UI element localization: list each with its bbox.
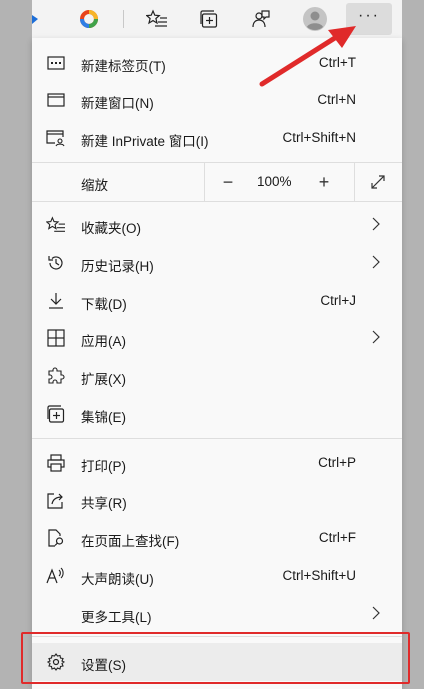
- zoom-in-button[interactable]: +: [309, 167, 339, 197]
- menu-item-label: 更多工具(L): [81, 610, 152, 625]
- menu-item-find-on-page[interactable]: 在页面上查找(F) Ctrl+F: [32, 519, 402, 557]
- menu-divider: [32, 201, 402, 202]
- menu-item-label: 新建标签页(T): [81, 59, 166, 74]
- new-window-icon: [46, 90, 66, 110]
- extensions-icon: [46, 366, 66, 386]
- zoom-in-label: +: [318, 171, 330, 192]
- toolbar-separator: [123, 10, 124, 28]
- history-icon: [46, 253, 66, 273]
- collections-icon: [200, 10, 218, 28]
- shortcut-label: Ctrl+J: [320, 293, 356, 308]
- menu-item-extensions[interactable]: 扩展(X): [32, 357, 402, 395]
- menu-item-history[interactable]: 历史记录(H): [32, 244, 402, 282]
- menu-item-downloads[interactable]: 下载(D) Ctrl+J: [32, 282, 402, 320]
- pointer-arrow-icon: [259, 26, 356, 87]
- menu-item-more-tools[interactable]: 更多工具(L): [32, 595, 402, 633]
- menu-divider: [32, 438, 402, 439]
- apps-icon: [46, 328, 66, 348]
- zoom-label: 缩放: [81, 178, 108, 193]
- menu-item-label: 历史记录(H): [81, 259, 154, 274]
- menu-item-label: 应用(A): [81, 334, 126, 349]
- new-tab-icon: [46, 53, 66, 73]
- menu-item-read-aloud[interactable]: 大声朗读(U) Ctrl+Shift+U: [32, 557, 402, 595]
- settings-highlight-box: [21, 632, 410, 684]
- menu-item-label: 共享(R): [81, 496, 127, 511]
- chevron-right-icon: [372, 217, 380, 231]
- find-icon: [46, 528, 66, 548]
- shortcut-label: Ctrl+Shift+N: [282, 130, 356, 145]
- menu-item-collections[interactable]: 集锦(E): [32, 395, 402, 433]
- fullscreen-icon: [371, 175, 385, 189]
- menu-item-label: 下载(D): [81, 297, 127, 312]
- share-icon: [46, 490, 66, 510]
- inprivate-icon: [46, 128, 66, 148]
- menu-item-new-inprivate-window[interactable]: 新建 InPrivate 窗口(I) Ctrl+Shift+N: [32, 119, 402, 157]
- favorites-list-icon: [146, 9, 167, 27]
- menu-item-label: 打印(P): [81, 459, 126, 474]
- menu-item-label: 收藏夹(O): [81, 221, 141, 236]
- zoom-level: 100%: [257, 174, 292, 189]
- chevron-right-icon: [372, 330, 380, 344]
- menu-item-label: 集锦(E): [81, 410, 126, 425]
- download-icon: [46, 291, 66, 311]
- menu-item-print[interactable]: 打印(P) Ctrl+P: [32, 444, 402, 482]
- zoom-out-label: −: [222, 171, 234, 192]
- shortcut-label: Ctrl+F: [318, 530, 356, 545]
- settings-menu: 新建标签页(T) Ctrl+T 新建窗口(N) Ctrl+N 新建 InPriv…: [32, 38, 402, 689]
- menu-item-label: 大声朗读(U): [81, 572, 154, 587]
- menu-item-favorites[interactable]: 收藏夹(O): [32, 206, 402, 244]
- office-icon: [80, 10, 98, 28]
- chevron-right-icon: [372, 255, 380, 269]
- read-aloud-icon: [46, 566, 66, 586]
- menu-item-label: 在页面上查找(F): [81, 534, 180, 549]
- menu-item-label: 新建窗口(N): [81, 96, 154, 111]
- zoom-separator: [354, 163, 355, 201]
- shortcut-label: Ctrl+Shift+U: [282, 568, 356, 583]
- menu-item-apps[interactable]: 应用(A): [32, 319, 402, 357]
- zoom-out-button[interactable]: −: [213, 167, 243, 197]
- partial-star-icon: [32, 15, 38, 24]
- shortcut-label: Ctrl+P: [318, 455, 356, 470]
- fullscreen-button[interactable]: [363, 167, 393, 197]
- menu-item-label: 扩展(X): [81, 372, 126, 387]
- collections-icon: [46, 404, 66, 424]
- favorites-icon: [46, 215, 66, 235]
- menu-item-share[interactable]: 共享(R): [32, 481, 402, 519]
- favorites-toolbar-button[interactable]: [140, 3, 174, 35]
- zoom-row: 缩放 − 100% +: [32, 163, 402, 201]
- menu-item-label: 新建 InPrivate 窗口(I): [81, 134, 209, 149]
- print-icon: [46, 453, 66, 473]
- zoom-separator: [204, 163, 205, 201]
- office-extension-button[interactable]: [72, 3, 106, 35]
- chevron-right-icon: [372, 606, 380, 620]
- shortcut-label: Ctrl+N: [317, 92, 356, 107]
- collections-toolbar-button[interactable]: [192, 3, 226, 35]
